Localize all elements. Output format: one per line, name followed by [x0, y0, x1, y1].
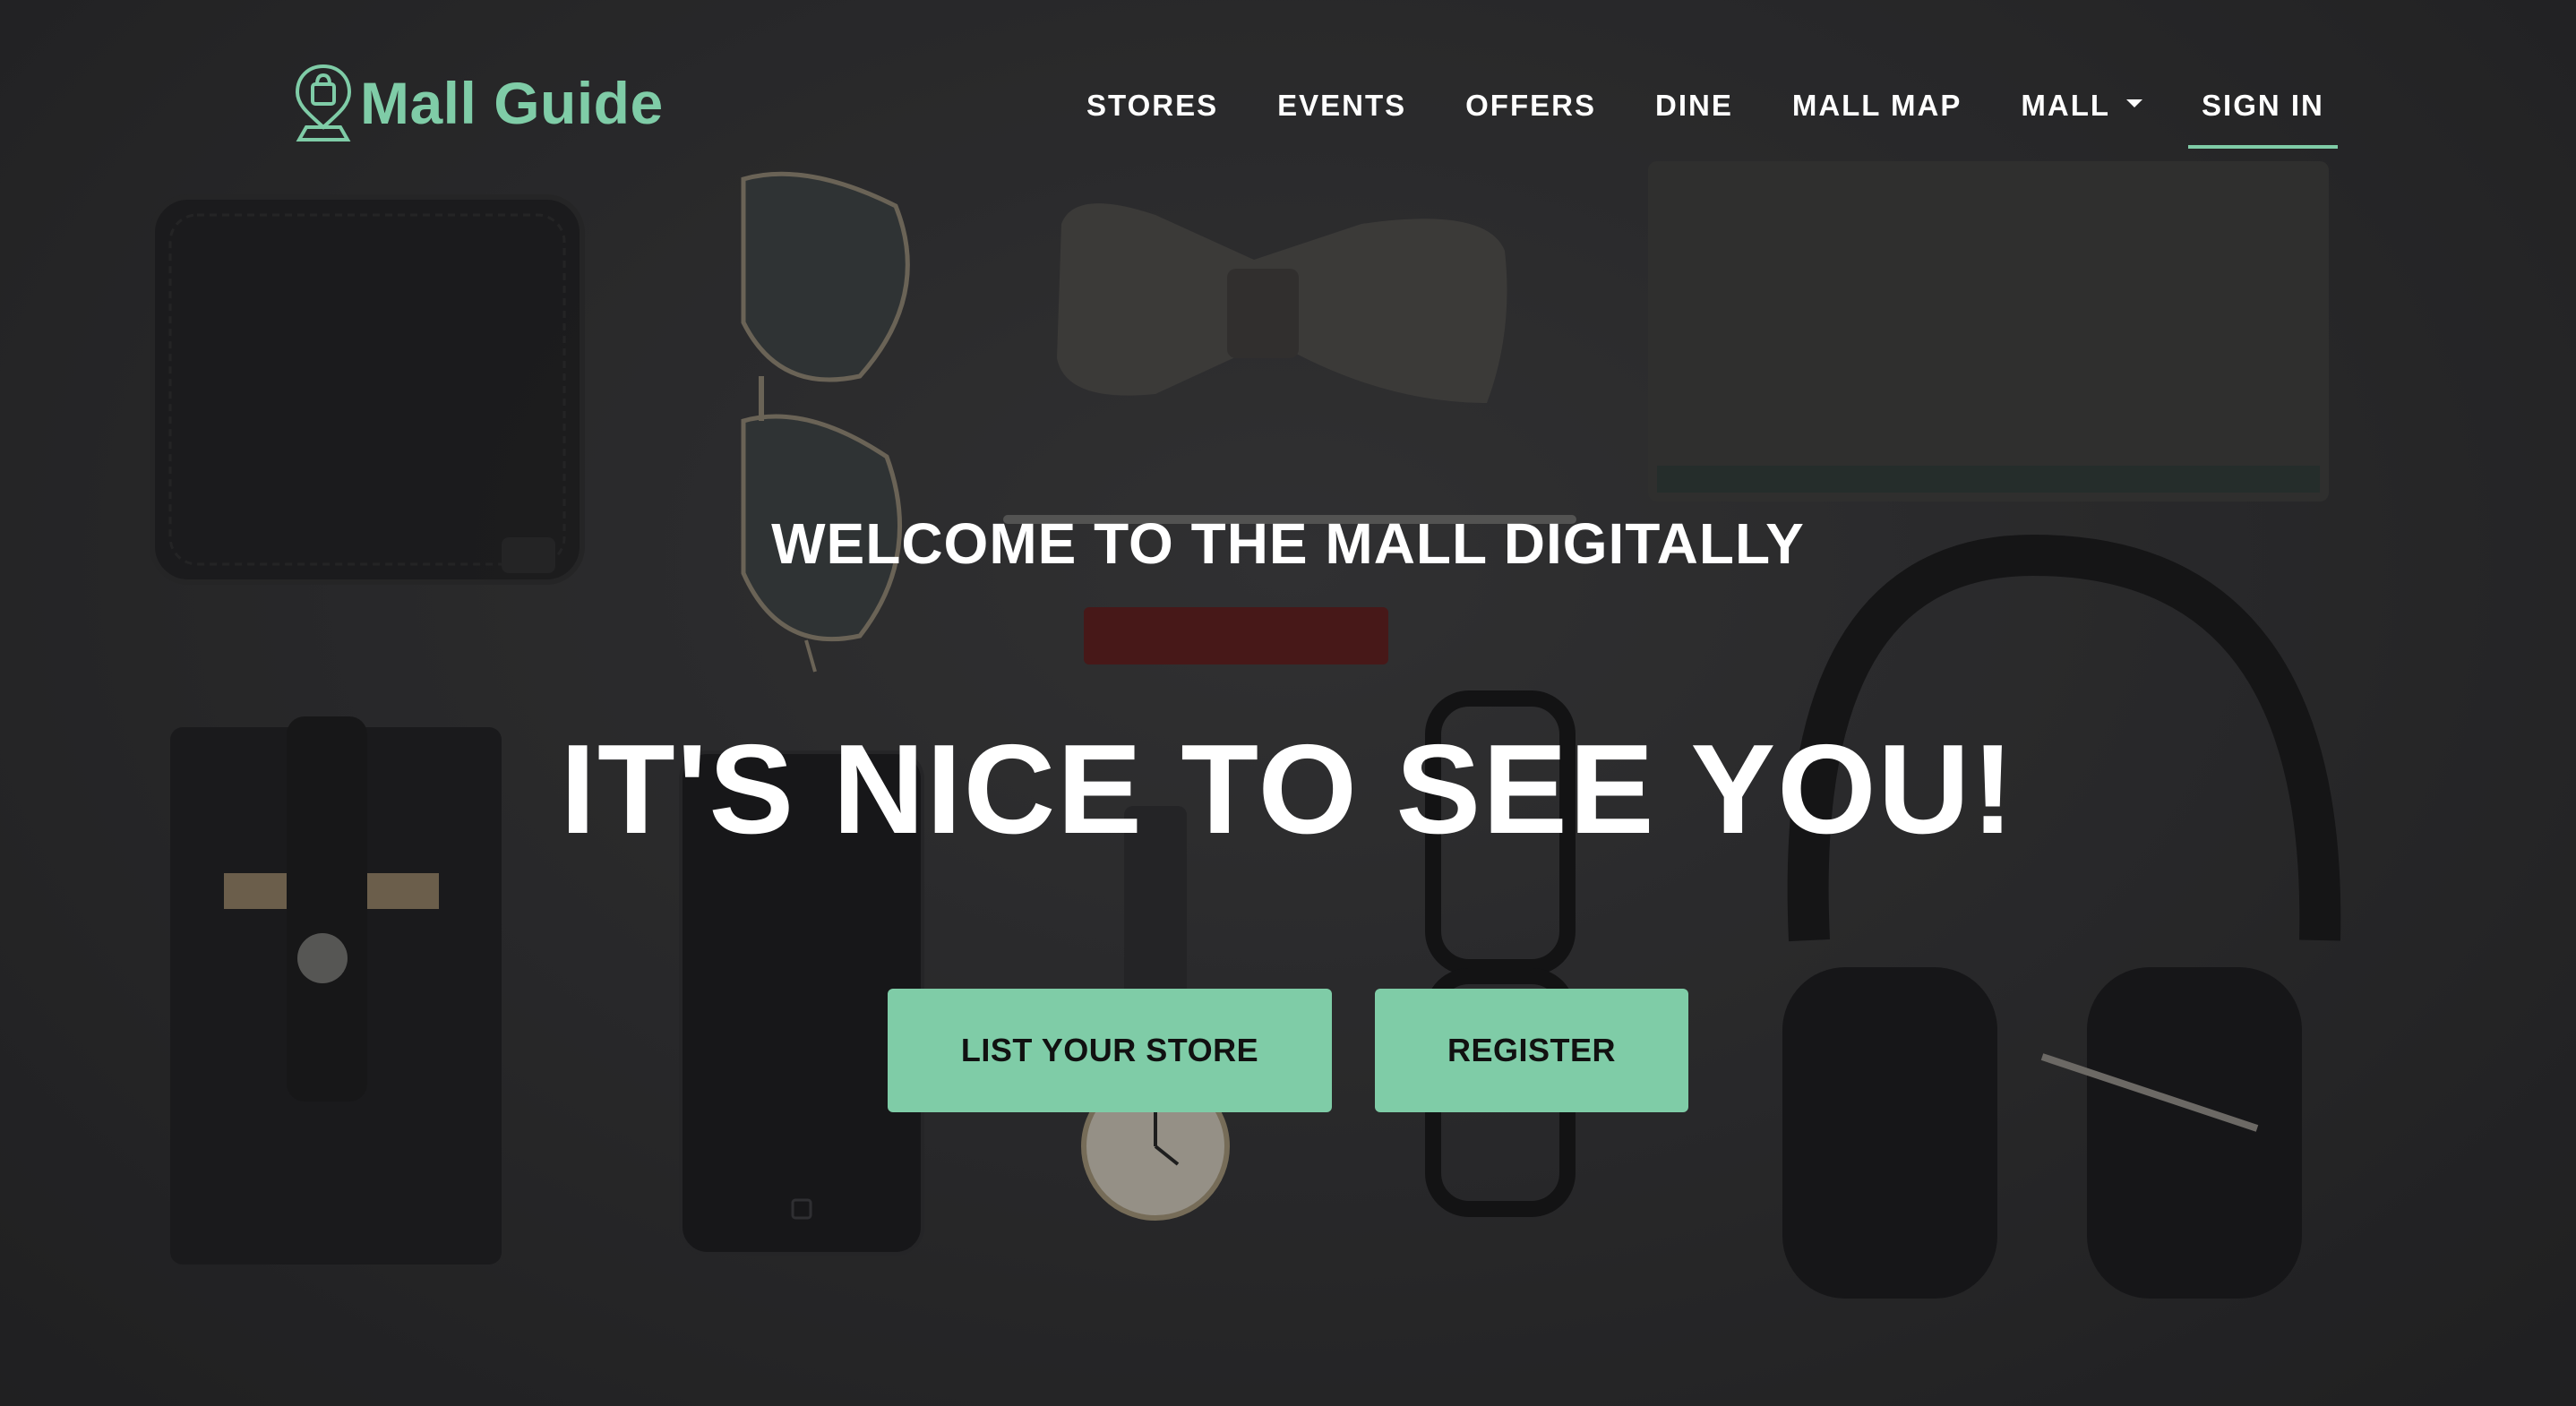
- nav-item-label: MALL MAP: [1791, 89, 1962, 122]
- hero-cta-group: LIST YOUR STORE REGISTER: [0, 989, 2576, 1112]
- caret-down-icon: [2126, 99, 2143, 107]
- background-scrim: [0, 0, 2576, 1406]
- hero-heading: IT'S NICE TO SEE YOU!: [560, 718, 2016, 861]
- nav-item-label: MALL: [2021, 89, 2111, 122]
- main-nav-menu: STORES EVENTS OFFERS DINE MALL MAP MALL …: [1057, 70, 2354, 149]
- brand-logo-link[interactable]: Mall Guide: [292, 63, 664, 143]
- nav-item-mall-map[interactable]: MALL MAP: [1763, 70, 1992, 141]
- nav-item-label: SIGN IN: [2202, 89, 2324, 122]
- shopping-bag-location-pin-icon: [295, 64, 352, 141]
- hero-subheading: WELCOME TO THE MALL DIGITALLY: [771, 511, 1805, 576]
- nav-item-dine[interactable]: DINE: [1626, 70, 1763, 141]
- nav-item-label: OFFERS: [1465, 89, 1596, 122]
- nav-item-stores[interactable]: STORES: [1057, 70, 1248, 141]
- nav-item-offers[interactable]: OFFERS: [1436, 70, 1626, 141]
- register-button[interactable]: REGISTER: [1375, 989, 1688, 1112]
- nav-item-events[interactable]: EVENTS: [1248, 70, 1436, 141]
- nav-item-sign-in[interactable]: SIGN IN: [2172, 70, 2354, 149]
- brand-name: Mall Guide: [360, 70, 664, 136]
- nav-item-label: STORES: [1086, 89, 1219, 122]
- nav-item-label: DINE: [1654, 89, 1733, 122]
- nav-item-mall-dropdown[interactable]: MALL: [1991, 70, 2172, 141]
- top-navbar: Mall Guide STORES EVENTS OFFERS DINE MAL…: [0, 0, 2576, 197]
- nav-item-label: EVENTS: [1277, 89, 1407, 122]
- hero-section: Mall Guide STORES EVENTS OFFERS DINE MAL…: [0, 0, 2576, 1406]
- list-your-store-button[interactable]: LIST YOUR STORE: [888, 989, 1332, 1112]
